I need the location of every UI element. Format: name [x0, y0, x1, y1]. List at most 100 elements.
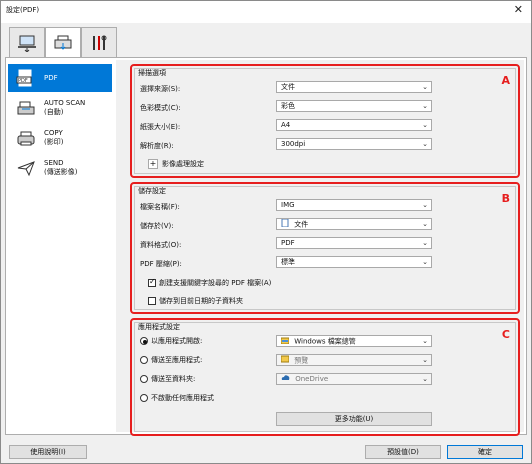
section-marker-c: C — [501, 328, 510, 341]
resolution-label: 解析度(R): — [140, 142, 174, 150]
expand-icon[interactable]: + — [148, 159, 158, 169]
send-to-app-radio[interactable] — [140, 356, 148, 364]
chevron-down-icon: ⌄ — [422, 140, 428, 148]
open-with-app-option[interactable]: 以應用程式開啟: — [140, 334, 202, 348]
paper-size-value: A4 — [281, 121, 291, 129]
color-mode-label: 色彩模式(C): — [140, 104, 181, 112]
copy-printer-icon — [8, 129, 44, 147]
sidebar-item-sublabel: (自動) — [44, 108, 64, 116]
send-to-app-label: 傳送至應用程式: — [151, 356, 203, 364]
file-explorer-icon — [280, 336, 290, 346]
application-settings-group: 應用程式設定 C 以應用程式開啟: Windows 檔案總管 ⌄ 傳送至應用程式… — [130, 318, 520, 436]
send-to-folder-select[interactable]: OneDrive ⌄ — [276, 373, 432, 385]
chevron-down-icon: ⌄ — [422, 258, 428, 266]
do-not-start-radio[interactable] — [140, 394, 148, 402]
open-with-app-label: 以應用程式開啟: — [151, 337, 203, 345]
paper-size-select[interactable]: A4 ⌄ — [276, 119, 432, 131]
resolution-value: 300dpi — [281, 140, 306, 148]
chevron-down-icon: ⌄ — [422, 239, 428, 247]
pdf-document-icon: PDF — [8, 69, 44, 87]
sidebar-item-label: SEND — [44, 159, 64, 167]
chevron-down-icon: ⌄ — [422, 375, 428, 383]
section-marker-a: A — [501, 74, 510, 87]
date-subfolder-option[interactable]: 儲存到目前日期的子資料夾 — [148, 294, 243, 308]
pdf-compression-label: PDF 壓縮(P): — [140, 260, 182, 268]
svg-text:PDF: PDF — [18, 78, 28, 84]
send-to-folder-value: OneDrive — [295, 375, 329, 383]
preview-app-icon — [280, 355, 290, 365]
title-bar: 設定(PDF) ✕ — [1, 1, 531, 23]
defaults-button[interactable]: 預設值(D) — [365, 445, 441, 459]
scan-from-computer-icon — [18, 35, 36, 52]
scan-options-title: 掃描選項 — [138, 69, 166, 77]
sidebar-item-label: PDF — [44, 73, 58, 82]
do-not-start-option[interactable]: 不啟動任何應用程式 — [140, 391, 214, 405]
pdf-compression-value: 標準 — [281, 258, 295, 266]
searchable-pdf-label: 創建支援關鍵字設尋的 PDF 檔案(A) — [159, 279, 272, 287]
sidebar-item-copy[interactable]: COPY (影印) — [8, 124, 112, 152]
file-name-value: IMG — [281, 201, 295, 209]
tab-scan-from-computer[interactable] — [9, 27, 45, 57]
settings-content: PDF PDF AUTO SCAN (自動) COPY (影印) SEND (傳… — [5, 57, 527, 436]
source-select[interactable]: 文件 ⌄ — [276, 81, 432, 93]
sidebar-item-sublabel: (傳送影像) — [44, 168, 78, 176]
data-format-value: PDF — [281, 239, 295, 247]
send-to-app-option[interactable]: 傳送至應用程式: — [140, 353, 202, 367]
sidebar-item-send[interactable]: SEND (傳送影像) — [8, 154, 112, 182]
open-with-app-value: Windows 檔案總管 — [294, 337, 356, 346]
general-settings-tools-icon — [93, 35, 107, 50]
open-with-app-radio[interactable] — [140, 337, 148, 345]
window-title: 設定(PDF) — [6, 6, 40, 14]
tab-general-settings[interactable] — [81, 27, 117, 57]
do-not-start-label: 不啟動任何應用程式 — [151, 394, 214, 402]
color-mode-value: 彩色 — [281, 102, 295, 110]
sidebar-item-auto-scan[interactable]: AUTO SCAN (自動) — [8, 94, 112, 122]
searchable-pdf-option[interactable]: 創建支援關鍵字設尋的 PDF 檔案(A) — [148, 276, 271, 290]
file-name-label: 檔案名稱(F): — [140, 203, 180, 211]
date-subfolder-label: 儲存到目前日期的子資料夾 — [159, 297, 243, 305]
document-folder-icon — [281, 219, 289, 229]
save-settings-group: 儲存設定 B 檔案名稱(F): IMG ⌄ 儲存於(V): 文件 ⌄ 資料格式(… — [130, 182, 520, 314]
sidebar-item-sublabel: (影印) — [44, 138, 64, 146]
chevron-down-icon: ⌄ — [422, 102, 428, 110]
chevron-down-icon: ⌄ — [422, 121, 428, 129]
send-to-folder-label: 傳送至資料夾: — [151, 375, 196, 383]
date-subfolder-checkbox[interactable] — [148, 297, 156, 305]
sidebar-item-pdf[interactable]: PDF PDF — [8, 64, 112, 92]
sidebar-item-label: AUTO SCAN — [44, 99, 86, 107]
save-settings-title: 儲存設定 — [138, 187, 166, 195]
scan-from-panel-icon — [54, 35, 72, 50]
more-functions-button[interactable]: 更多功能(U) — [276, 412, 432, 426]
image-processing-toggle[interactable]: + 影像處理設定 — [148, 157, 204, 171]
send-to-folder-option[interactable]: 傳送至資料夾: — [140, 372, 195, 386]
scan-options-group: 掃描選項 A 選擇來源(S): 文件 ⌄ 色彩模式(C): 彩色 ⌄ 紙張大小(… — [130, 64, 520, 178]
chevron-down-icon: ⌄ — [422, 201, 428, 209]
resolution-select[interactable]: 300dpi ⌄ — [276, 138, 432, 150]
chevron-down-icon: ⌄ — [422, 220, 428, 228]
open-with-app-select[interactable]: Windows 檔案總管 ⌄ — [276, 335, 432, 347]
send-to-app-select[interactable]: 預覽 ⌄ — [276, 354, 432, 366]
file-name-select[interactable]: IMG ⌄ — [276, 199, 432, 211]
pdf-compression-select[interactable]: 標準 ⌄ — [276, 256, 432, 268]
source-value: 文件 — [281, 83, 295, 91]
paper-size-label: 紙張大小(E): — [140, 123, 181, 131]
data-format-label: 資料格式(O): — [140, 241, 182, 249]
data-format-select[interactable]: PDF ⌄ — [276, 237, 432, 249]
ok-button[interactable]: 確定 — [447, 445, 523, 459]
send-to-folder-radio[interactable] — [140, 375, 148, 383]
settings-pane: 掃描選項 A 選擇來源(S): 文件 ⌄ 色彩模式(C): 彩色 ⌄ 紙張大小(… — [116, 60, 524, 436]
save-in-select[interactable]: 文件 ⌄ — [276, 218, 432, 230]
color-mode-select[interactable]: 彩色 ⌄ — [276, 100, 432, 112]
sidebar: PDF PDF AUTO SCAN (自動) COPY (影印) SEND (傳… — [8, 60, 112, 432]
tab-scan-from-panel[interactable] — [45, 27, 81, 58]
save-in-label: 儲存於(V): — [140, 222, 174, 230]
send-image-icon — [8, 159, 44, 177]
onedrive-cloud-icon — [281, 374, 290, 384]
chevron-down-icon: ⌄ — [422, 83, 428, 91]
searchable-pdf-checkbox[interactable] — [148, 277, 156, 287]
instructions-button[interactable]: 使用說明(I) — [9, 445, 87, 459]
settings-dialog: 設定(PDF) ✕ PDF PDF AUTO SCAN (自動) COPY (影… — [0, 0, 532, 464]
close-icon[interactable]: ✕ — [514, 3, 523, 16]
sidebar-item-label: COPY — [44, 129, 63, 137]
application-settings-title: 應用程式設定 — [138, 323, 180, 331]
